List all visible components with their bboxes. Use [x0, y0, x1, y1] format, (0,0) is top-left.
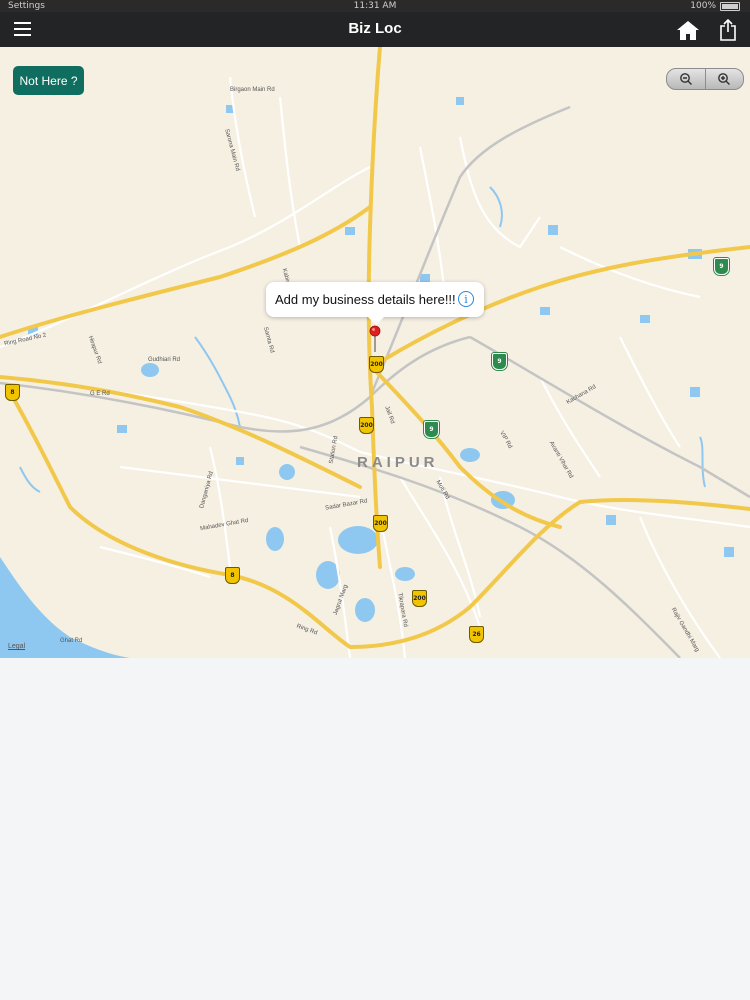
road-label: G E Rd	[90, 391, 110, 397]
road-label: Gudhiari Rd	[148, 357, 181, 363]
zoom-in-button[interactable]	[704, 69, 744, 89]
road-label: Birgaon Main Rd	[230, 87, 275, 93]
highway-shield: 9	[492, 353, 507, 370]
highway-shield: 8	[5, 384, 20, 401]
status-bar: Settings 11:31 AM 100%	[0, 0, 750, 12]
home-icon[interactable]	[676, 19, 700, 41]
not-here-button[interactable]: Not Here ?	[13, 66, 84, 95]
water-bodies	[0, 97, 734, 658]
status-right: 100%	[690, 1, 740, 11]
zoom-out-button[interactable]	[667, 69, 705, 89]
city-label: RAIPUR	[357, 454, 439, 471]
zoom-out-icon	[679, 73, 692, 85]
highway-shield: 200	[369, 356, 384, 373]
battery-percent: 100%	[690, 1, 716, 11]
bottom-panel	[0, 658, 750, 1000]
legal-link[interactable]: Legal	[8, 643, 25, 650]
highway-shield: 200	[373, 515, 388, 532]
zoom-in-icon	[718, 73, 731, 85]
highway-shield: 26	[469, 626, 484, 643]
rivers	[19, 186, 706, 493]
battery-icon	[720, 1, 740, 11]
info-icon[interactable]: i	[458, 291, 474, 307]
highway-shield: 8	[225, 567, 240, 584]
zoom-control	[666, 68, 744, 90]
callout-text: Add my business details here!!!	[275, 292, 456, 307]
highway-shield: 9	[714, 258, 729, 275]
railway	[0, 105, 750, 658]
location-callout[interactable]: Add my business details here!!! i	[266, 282, 484, 325]
map-pin-icon[interactable]	[369, 325, 381, 353]
status-time: 11:31 AM	[353, 1, 397, 11]
page-title: Biz Loc	[348, 20, 402, 37]
highway-shield: 9	[424, 421, 439, 438]
highway-shield: 200	[359, 417, 374, 434]
road-label: Ghat Rd	[60, 638, 83, 644]
nav-bar: Biz Loc	[0, 12, 750, 47]
share-icon[interactable]	[718, 18, 738, 42]
highway-shield: 200	[412, 590, 427, 607]
